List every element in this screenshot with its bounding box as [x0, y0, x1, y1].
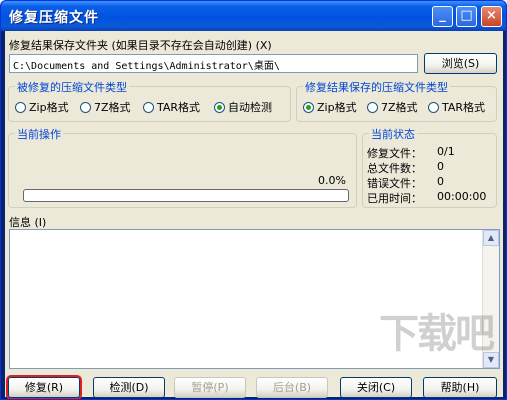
status-elapsed-label: 已用时间： — [367, 192, 422, 205]
source-7z-radio[interactable]: 7Z格式 — [80, 99, 131, 115]
status-total-label: 总文件数： — [367, 162, 422, 175]
source-tar-label: TAR格式 — [157, 101, 201, 114]
radio-circle-icon — [143, 102, 154, 113]
radio-circle-icon — [428, 102, 439, 113]
result-tar-radio[interactable]: TAR格式 — [428, 99, 485, 115]
browse-button[interactable]: 浏览(S) — [424, 53, 497, 74]
result-tar-label: TAR格式 — [442, 101, 486, 114]
source-auto-radio[interactable]: 自动检测 — [214, 99, 272, 115]
result-zip-label: Zip格式 — [317, 101, 357, 114]
output-folder-label: 修复结果保存文件夹 (如果目录不存在会自动创建) (X) — [9, 39, 272, 52]
status-total-value: 0 — [437, 160, 444, 173]
source-type-title: 被修复的压缩文件类型 — [15, 79, 129, 95]
result-zip-radio[interactable]: Zip格式 — [303, 99, 357, 115]
source-7z-label: 7Z格式 — [94, 101, 131, 114]
minimize-button[interactable]: _ — [432, 6, 453, 27]
repair-button[interactable]: 修复(R) — [8, 377, 80, 398]
status-elapsed-value: 00:00:00 — [437, 190, 487, 203]
status-error-value: 0 — [437, 175, 444, 188]
result-type-group: 修复结果保存的压缩文件类型 Zip格式 7Z格式 TAR格式 — [296, 79, 497, 122]
dialog-body: 修复结果保存文件夹 (如果目录不存在会自动创建) (X) C:\Document… — [5, 31, 503, 398]
source-type-group: 被修复的压缩文件类型 Zip格式 7Z格式 TAR格式 自动检测 — [8, 79, 291, 122]
close-button[interactable]: 关闭(C) — [340, 377, 412, 398]
progress-bar — [23, 189, 349, 202]
radio-circle-icon — [367, 102, 378, 113]
watermark-logo: 下载吧 — [379, 311, 495, 357]
radio-circle-icon — [80, 102, 91, 113]
current-operation-title: 当前操作 — [15, 126, 63, 142]
close-window-button[interactable]: × — [481, 6, 502, 27]
help-button[interactable]: 帮助(H) — [423, 377, 497, 398]
result-7z-label: 7Z格式 — [381, 101, 418, 114]
current-status-title: 当前状态 — [369, 126, 417, 142]
current-status-group: 当前状态 修复文件： 0/1 总文件数： 0 错误文件： 0 已用时间： 00:… — [362, 126, 497, 208]
source-zip-radio[interactable]: Zip格式 — [15, 99, 69, 115]
result-7z-radio[interactable]: 7Z格式 — [367, 99, 418, 115]
status-repair-label: 修复文件： — [367, 147, 422, 160]
background-button[interactable]: 后台(B) — [256, 377, 328, 398]
source-tar-radio[interactable]: TAR格式 — [143, 99, 200, 115]
radio-checked-icon — [214, 102, 225, 113]
title-bar: 修复压缩文件 _ □ × — [1, 1, 506, 31]
repair-archive-window: 修复压缩文件 _ □ × 修复结果保存文件夹 (如果目录不存在会自动创建) (X… — [0, 0, 507, 400]
radio-checked-icon — [303, 102, 314, 113]
maximize-button[interactable]: □ — [456, 6, 477, 27]
result-type-title: 修复结果保存的压缩文件类型 — [303, 79, 450, 95]
status-repair-value: 0/1 — [437, 145, 455, 158]
window-title: 修复压缩文件 — [9, 10, 99, 26]
pause-button[interactable]: 暂停(P) — [174, 377, 246, 398]
current-operation-group: 当前操作 0.0% — [8, 126, 357, 208]
source-auto-label: 自动检测 — [228, 101, 272, 114]
detect-button[interactable]: 检测(D) — [93, 377, 165, 398]
info-label: 信息 (I) — [9, 216, 47, 229]
scroll-up-icon[interactable]: ▲ — [483, 230, 499, 246]
radio-circle-icon — [15, 102, 26, 113]
source-zip-label: Zip格式 — [29, 101, 69, 114]
status-error-label: 错误文件： — [367, 177, 422, 190]
progress-percent: 0.0% — [318, 174, 346, 187]
output-folder-input[interactable]: C:\Documents and Settings\Administrator\… — [9, 54, 418, 73]
